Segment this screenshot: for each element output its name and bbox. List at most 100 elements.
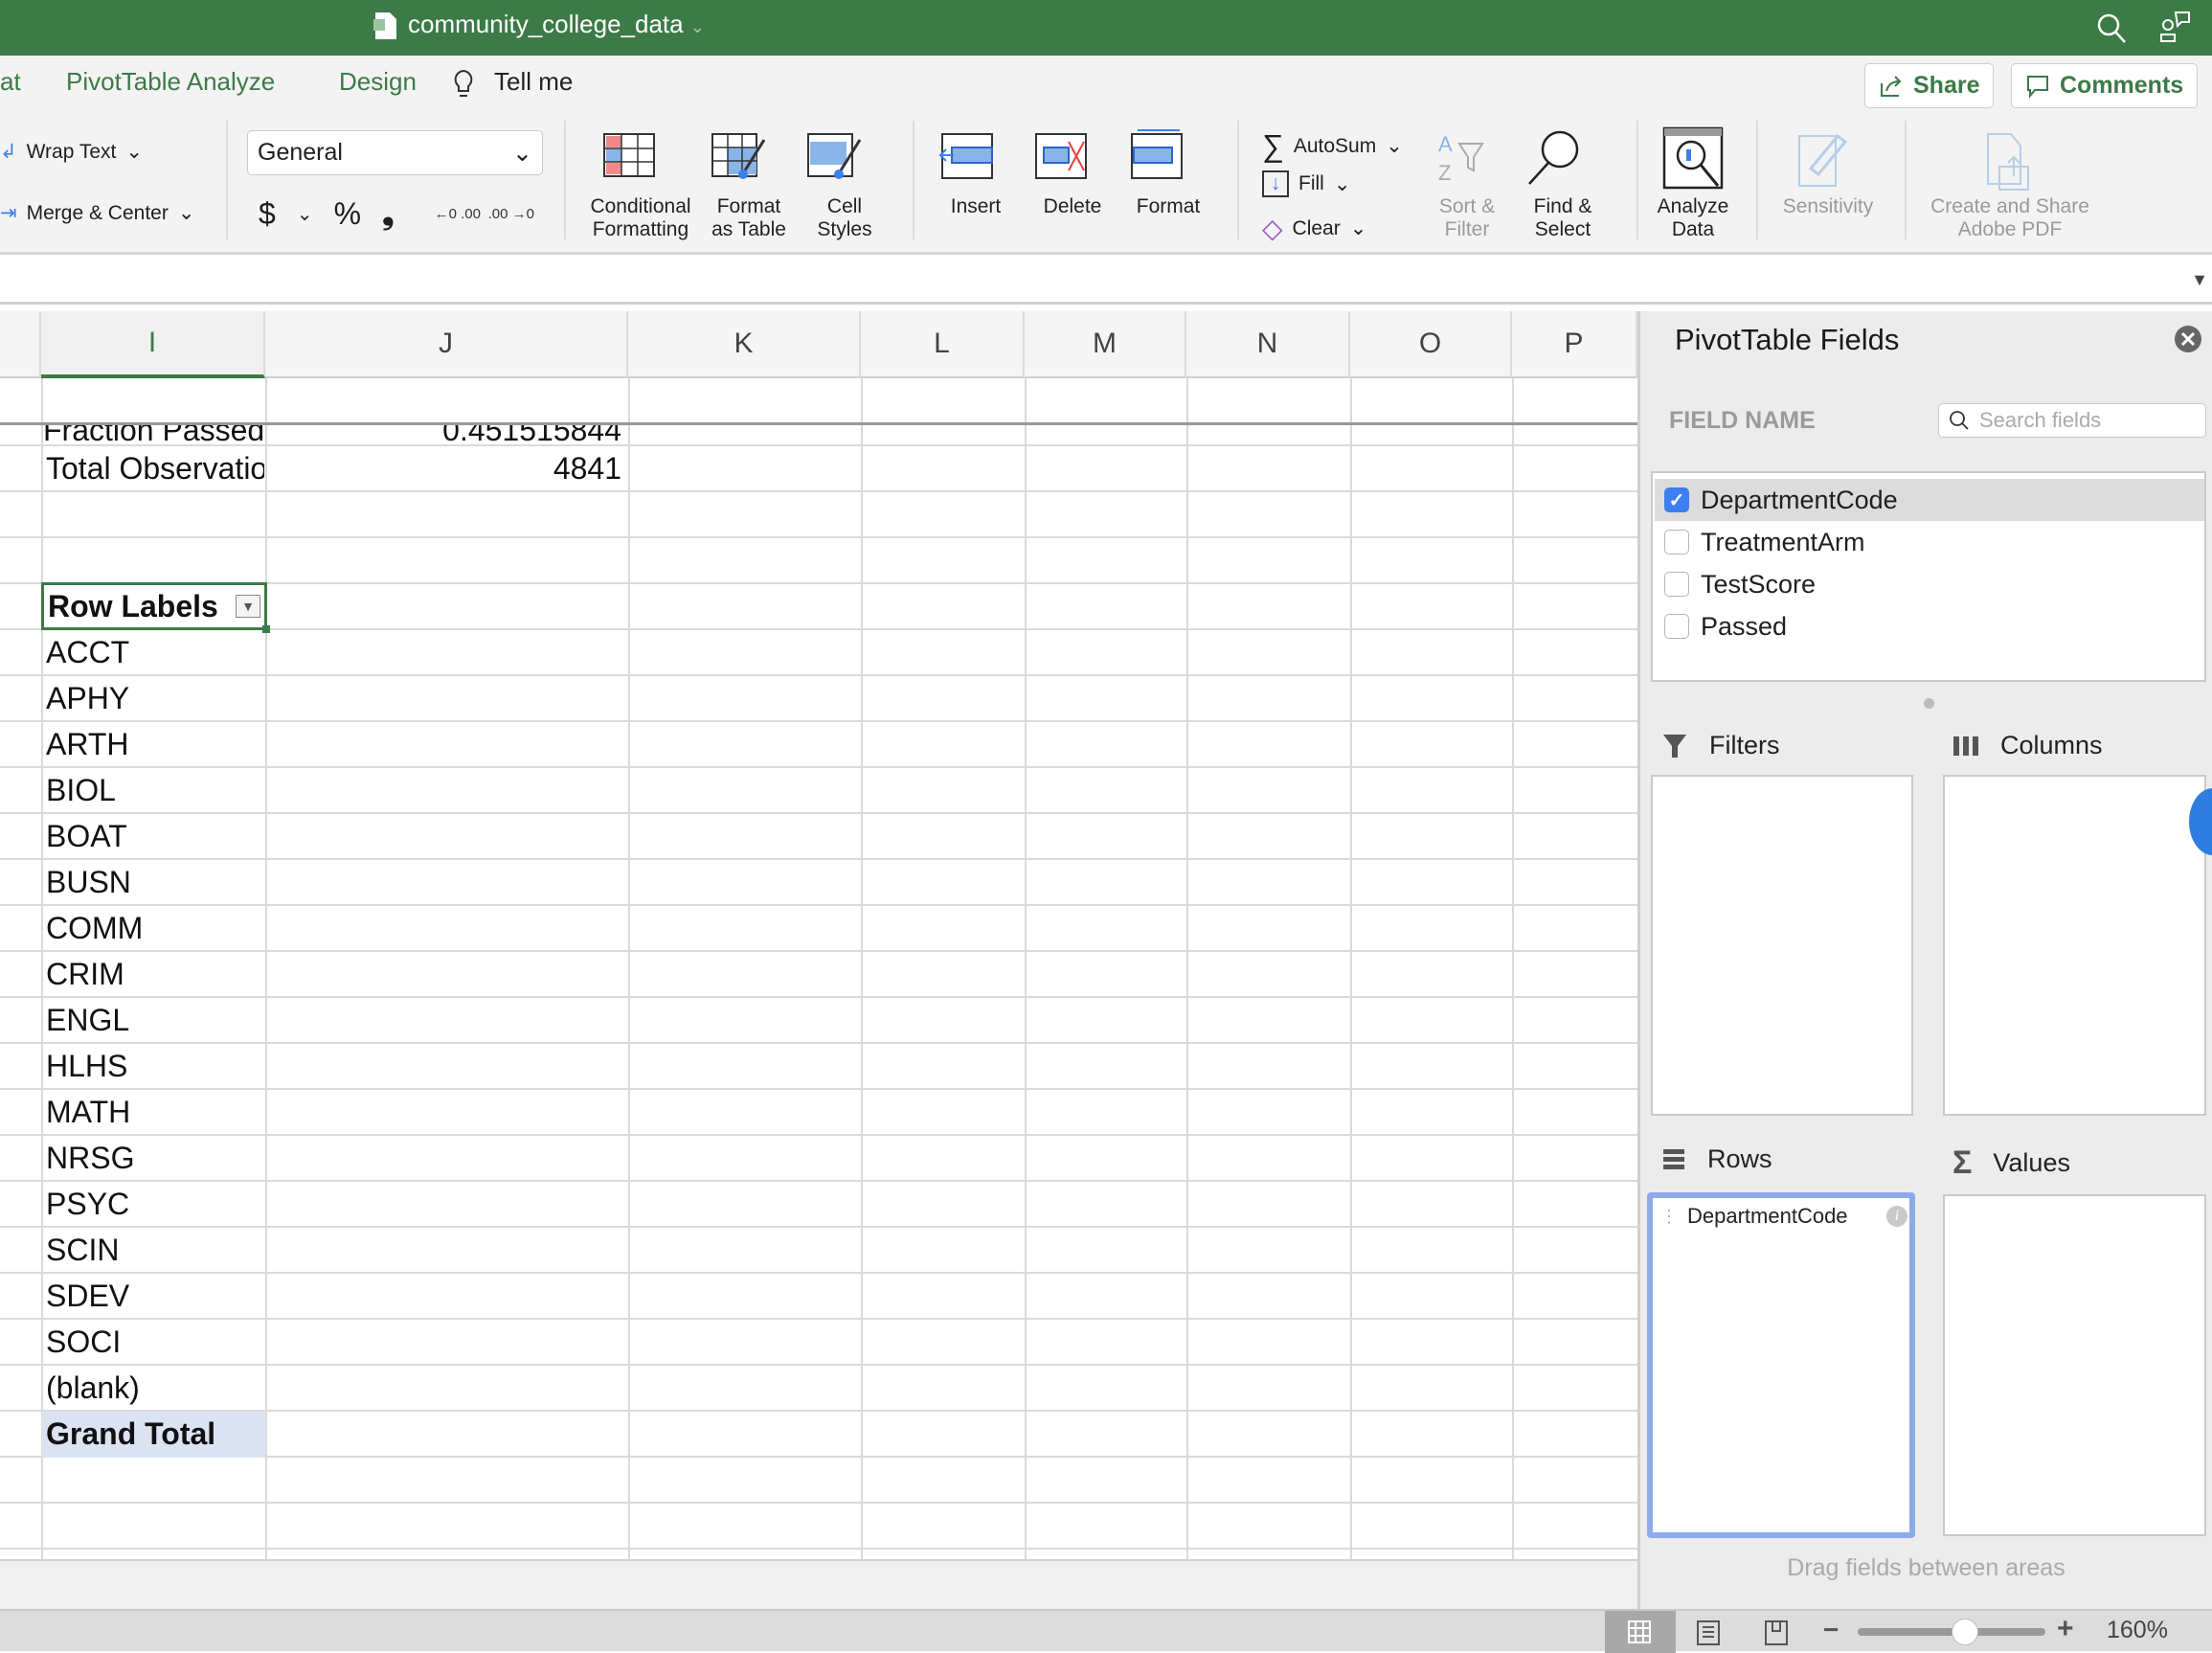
document-title[interactable]: community_college_data ⌄ [408, 10, 705, 39]
currency-button[interactable]: $ [259, 196, 276, 232]
cell-fraction-passed-value[interactable]: 0.451515844 [267, 425, 621, 444]
analyze-data-button[interactable]: Analyze Data [1658, 195, 1729, 241]
zoom-out-button[interactable]: − [1823, 1615, 1839, 1645]
horizontal-scrollbar[interactable] [0, 1559, 1637, 1609]
expand-formula-bar-icon[interactable]: ▼ [2191, 270, 2208, 290]
zoom-in-button[interactable]: + [2057, 1613, 2074, 1645]
share-people-icon[interactable] [2158, 10, 2193, 44]
column-header-n[interactable]: N [1186, 311, 1350, 378]
rows-drop-area[interactable]: ⋮ DepartmentCode i [1647, 1192, 1915, 1538]
cell-fraction-passed-label[interactable]: Fraction Passed [43, 425, 263, 444]
label-line: Formatting [592, 218, 689, 240]
pivot-row-item[interactable]: PSYC [46, 1182, 264, 1226]
close-icon[interactable] [2174, 325, 2202, 353]
formula-bar[interactable]: ▼ [0, 260, 2212, 305]
field-checkbox[interactable] [1664, 572, 1689, 597]
search-fields-input[interactable]: Search fields [1938, 403, 2206, 438]
cell-total-observations-value[interactable]: 4841 [267, 446, 621, 490]
column-header-i[interactable]: I [41, 311, 265, 378]
pivot-row-item[interactable]: APHY [46, 676, 264, 720]
cell-total-observations-label[interactable]: Total Observations [46, 446, 264, 490]
conditional-formatting-button[interactable]: Conditional Formatting [590, 195, 690, 241]
columns-drop-area[interactable] [1943, 775, 2206, 1116]
tab-pivottable-analyze[interactable]: PivotTable Analyze [66, 67, 275, 97]
zoom-slider-thumb[interactable] [1952, 1619, 1978, 1645]
filters-drop-area[interactable] [1651, 775, 1913, 1116]
field-item-departmentcode[interactable]: ✓ DepartmentCode [1655, 479, 2204, 521]
autosum-button[interactable]: ∑ AutoSum ⌄ [1262, 128, 1403, 164]
pivot-row-item[interactable]: ENGL [46, 998, 264, 1042]
fill-button[interactable]: ↓ Fill ⌄ [1262, 170, 1350, 197]
column-header-l[interactable]: L [861, 311, 1025, 378]
format-cells-icon[interactable] [1130, 126, 1187, 180]
decrease-decimal-button[interactable]: .00 →0 [488, 207, 534, 221]
info-icon[interactable]: i [1886, 1206, 1907, 1227]
share-button[interactable]: Share [1864, 63, 1995, 108]
comma-style-button[interactable]: ❟ [382, 195, 395, 232]
cell-styles-button[interactable]: Cell Styles [817, 195, 871, 241]
delete-button[interactable]: Delete [1044, 195, 1102, 218]
pivot-row-item[interactable]: CRIM [46, 952, 264, 996]
pivot-row-item[interactable]: (blank) [46, 1366, 264, 1410]
pivot-row-item[interactable]: SDEV [46, 1274, 264, 1318]
field-checkbox[interactable]: ✓ [1664, 487, 1689, 512]
tab-format-partial[interactable]: at [0, 67, 21, 97]
comments-button[interactable]: Comments [2011, 63, 2199, 108]
analyze-data-icon[interactable] [1662, 126, 1724, 190]
delete-cells-icon[interactable] [1034, 132, 1092, 180]
pivot-row-labels-cell[interactable]: Row Labels ▼ [41, 582, 270, 633]
pivot-row-item[interactable]: SOCI [46, 1320, 264, 1364]
filter-dropdown-button[interactable]: ▼ [236, 595, 260, 618]
zoom-level[interactable]: 160% [2107, 1617, 2168, 1644]
format-as-table-icon[interactable] [711, 132, 768, 180]
column-header-p[interactable]: P [1512, 311, 1637, 378]
increase-decimal-button[interactable]: ←0 .00 [435, 207, 481, 221]
pivot-row-item[interactable]: BIOL [46, 768, 264, 812]
pivot-row-item[interactable]: BOAT [46, 814, 264, 858]
normal-view-button[interactable] [1605, 1611, 1676, 1653]
pivot-row-item[interactable]: MATH [46, 1090, 264, 1134]
field-item-treatmentarm[interactable]: TreatmentArm [1655, 521, 2204, 563]
splitter-handle[interactable] [1924, 698, 1934, 709]
field-checkbox[interactable] [1664, 614, 1689, 639]
column-header-j[interactable]: J [265, 311, 628, 378]
conditional-formatting-icon[interactable] [602, 132, 656, 178]
pivot-row-item[interactable]: NRSG [46, 1136, 264, 1180]
page-layout-view-icon[interactable] [1697, 1620, 1720, 1645]
spreadsheet-grid[interactable]: I J K L M N O P Fraction Passed 0.451515844 Total … [0, 311, 1637, 1559]
find-select-button[interactable]: Find & Select [1534, 195, 1592, 241]
pivot-grand-total[interactable]: Grand Total [46, 1412, 264, 1456]
format-button[interactable]: Format [1137, 195, 1201, 218]
chevron-down-icon[interactable]: ⌄ [297, 202, 313, 226]
field-checkbox[interactable] [1664, 530, 1689, 555]
tab-design[interactable]: Design [339, 67, 417, 97]
format-as-table-button[interactable]: Format as Table [711, 195, 786, 241]
insert-button[interactable]: Insert [951, 195, 1002, 218]
column-header-m[interactable]: M [1025, 311, 1186, 378]
magnifier-icon[interactable] [1525, 128, 1589, 186]
insert-cells-icon[interactable] [938, 132, 996, 180]
percent-button[interactable]: % [334, 196, 361, 232]
pivot-row-item[interactable]: ACCT [46, 630, 264, 674]
column-header-partial[interactable] [0, 311, 41, 378]
pivot-row-item[interactable]: COMM [46, 906, 264, 950]
values-drop-area[interactable] [1943, 1194, 2206, 1536]
rows-item[interactable]: ⋮ DepartmentCode i [1660, 1204, 1907, 1229]
pivot-row-item[interactable]: BUSN [46, 860, 264, 904]
merge-center-button[interactable]: ⇥ Merge & Center ⌄ [0, 201, 194, 225]
pivot-row-item[interactable]: HLHS [46, 1044, 264, 1088]
search-icon[interactable] [2095, 11, 2128, 44]
field-item-testscore[interactable]: TestScore [1655, 563, 2204, 605]
column-header-k[interactable]: K [628, 311, 861, 378]
pivot-row-item[interactable]: SCIN [46, 1228, 264, 1272]
page-break-view-icon[interactable] [1765, 1620, 1788, 1645]
clear-button[interactable]: ◇ Clear ⌄ [1262, 213, 1366, 244]
wrap-text-button[interactable]: ↲ Wrap Text ⌄ [0, 140, 143, 164]
cell-styles-icon[interactable] [806, 132, 864, 180]
pivot-row-item[interactable]: ARTH [46, 722, 264, 766]
field-item-passed[interactable]: Passed [1655, 605, 2204, 647]
number-format-select[interactable]: General ⌄ [247, 130, 543, 175]
column-header-o[interactable]: O [1350, 311, 1512, 378]
number-format-value: General [258, 139, 343, 166]
tell-me-search[interactable]: Tell me [494, 67, 573, 97]
